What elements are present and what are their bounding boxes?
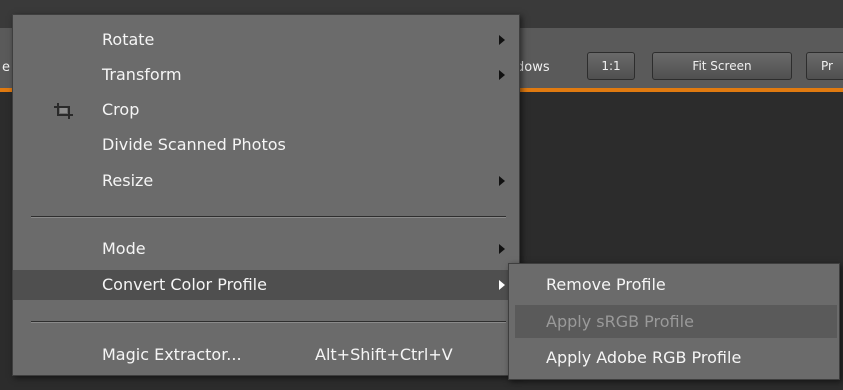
- menu-item-resize[interactable]: Resize: [13, 166, 519, 196]
- menu-item-crop[interactable]: Crop: [13, 95, 519, 125]
- submenu-item-label: Remove Profile: [546, 275, 666, 294]
- toolbar-partial-label: e: [2, 60, 10, 75]
- menu-separator: [31, 216, 506, 218]
- menu-item-transform[interactable]: Transform: [13, 60, 519, 90]
- convert-color-profile-submenu: Remove Profile Apply sRGB Profile Apply …: [508, 263, 840, 380]
- submenu-item-label: Apply Adobe RGB Profile: [546, 348, 742, 367]
- print-size-button[interactable]: Pr: [806, 52, 843, 80]
- submenu-arrow-icon: [499, 244, 505, 254]
- menu-item-label: Rotate: [102, 30, 155, 49]
- submenu-arrow-icon: [499, 70, 505, 80]
- menu-item-label: Convert Color Profile: [102, 275, 267, 294]
- menu-item-label: Divide Scanned Photos: [102, 135, 286, 154]
- submenu-item-apply-adobe-rgb-profile[interactable]: Apply Adobe RGB Profile: [515, 341, 837, 374]
- image-context-menu: Rotate Transform Crop Divide Scanned Pho…: [12, 14, 520, 376]
- menu-item-shortcut: Alt+Shift+Ctrl+V: [315, 345, 453, 364]
- submenu-item-label: Apply sRGB Profile: [546, 312, 694, 331]
- submenu-arrow-icon: [499, 280, 505, 290]
- submenu-item-apply-srgb-profile: Apply sRGB Profile: [515, 305, 837, 338]
- menu-item-label: Resize: [102, 171, 154, 190]
- submenu-arrow-icon: [499, 35, 505, 45]
- menu-item-magic-extractor[interactable]: Magic Extractor... Alt+Shift+Ctrl+V: [13, 340, 519, 370]
- crop-icon: [54, 103, 73, 119]
- menu-item-divide-scanned-photos[interactable]: Divide Scanned Photos: [13, 130, 519, 160]
- menu-item-label: Transform: [102, 65, 182, 84]
- menu-item-rotate[interactable]: Rotate: [13, 25, 519, 55]
- menu-item-label: Mode: [102, 239, 146, 258]
- menu-item-label: Crop: [102, 100, 140, 119]
- submenu-item-remove-profile[interactable]: Remove Profile: [515, 268, 837, 301]
- fit-screen-button[interactable]: Fit Screen: [652, 52, 792, 80]
- toolbar-windows-label[interactable]: dows: [516, 60, 550, 75]
- zoom-1-to-1-button[interactable]: 1:1: [587, 52, 635, 80]
- menu-separator: [31, 321, 506, 323]
- submenu-arrow-icon: [499, 176, 505, 186]
- menu-item-convert-color-profile[interactable]: Convert Color Profile: [13, 270, 519, 300]
- menu-item-mode[interactable]: Mode: [13, 234, 519, 264]
- menu-item-label: Magic Extractor...: [102, 345, 242, 364]
